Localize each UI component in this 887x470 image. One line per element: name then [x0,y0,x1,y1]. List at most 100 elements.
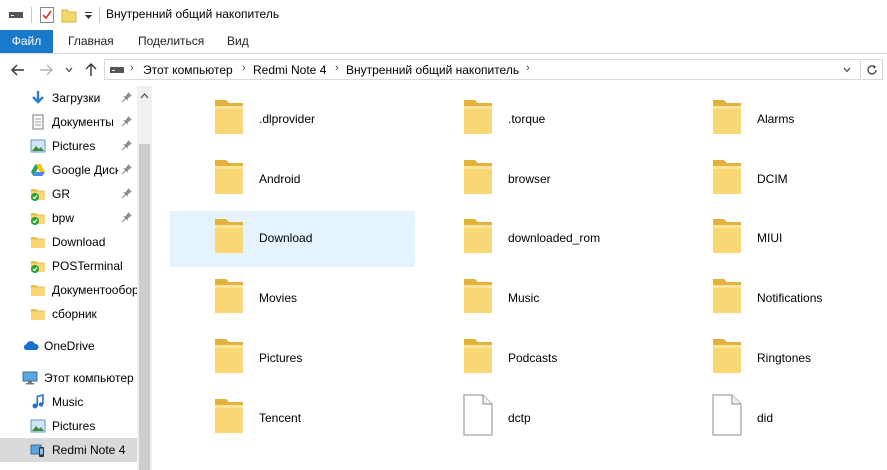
item-name: did [757,410,774,425]
item-name: Tencent [259,410,302,425]
breadcrumb-internal-storage[interactable]: Внутренний общий накопитель [346,63,519,77]
sidebar-item[interactable]: POSTerminal [0,254,137,278]
sidebar-item[interactable]: Документооборот [0,278,137,302]
folder-item[interactable]: Movies [170,271,415,327]
folder-icon [30,282,46,298]
sidebar-item-label: Pictures [52,139,96,153]
divider [31,7,32,23]
tab-view[interactable]: Вид [227,30,249,53]
folder-item[interactable]: Music [419,271,664,327]
sidebar-item[interactable]: OneDrive [0,334,137,358]
sidebar-item[interactable]: Google Диск [0,158,137,182]
music-icon [30,393,46,410]
item-name: .dlprovider [259,112,316,126]
item-name: Music [508,291,540,306]
pin-icon[interactable] [121,211,133,223]
recent-locations-button[interactable] [62,61,76,79]
sidebar-item[interactable]: bpw [0,206,137,230]
folder-item[interactable]: Download [170,211,415,268]
up-arrow-icon [85,63,97,76]
sidebar-item-label: Этот компьютер [44,371,134,385]
item-name: Ringtones [757,350,812,365]
folder-icon [461,213,495,257]
new-folder-icon[interactable] [60,6,78,24]
sidebar-item-label: POSTerminal [52,259,123,273]
folder-item[interactable]: Notifications [668,271,887,327]
sidebar-item-label: Redmi Note 4 [52,443,126,457]
divider [99,7,100,23]
sidebar-item[interactable]: Этот компьютер [0,366,137,390]
up-button[interactable] [82,61,100,79]
folder-item[interactable]: Ringtones [668,331,887,387]
tab-file[interactable]: Файл [0,30,53,53]
folder-icon [212,154,246,198]
folder-icon [30,234,46,250]
pictures-icon [30,418,46,434]
drive-icon [110,67,124,73]
sidebar-item-label: Pictures [52,419,96,433]
sidebar-item-label: OneDrive [44,339,95,353]
address-bar[interactable]: › Этот компьютер › Redmi Note 4 › Внутре… [104,59,861,80]
folder-item[interactable]: MIUI [668,211,887,267]
sidebar-item-label: Загрузки [52,91,101,105]
refresh-button[interactable] [862,59,883,80]
sidebar-item-label: GR [52,187,70,201]
folder-item[interactable]: Android [170,152,415,208]
drive-icon[interactable] [8,6,24,24]
folder-item[interactable]: .dlprovider [170,92,415,148]
tab-share[interactable]: Поделиться [138,30,204,53]
pin-icon[interactable] [121,163,133,175]
file-item[interactable]: did [668,391,887,447]
breadcrumb-this-pc[interactable]: Этот компьютер [143,63,233,77]
sidebar-item[interactable]: Pictures [0,134,137,158]
sidebar-item[interactable]: Pictures [0,414,137,438]
sidebar-item-label: bpw [52,211,75,225]
google-drive-icon [30,162,46,178]
breadcrumb-separator[interactable]: › [526,62,530,74]
address-history-chevron-icon[interactable] [843,67,851,73]
folder-item[interactable]: DCIM [668,152,887,208]
folder-item[interactable]: Podcasts [419,331,664,387]
file-item[interactable]: dctp [419,391,664,447]
breadcrumb-separator: › [130,62,134,74]
sidebar-item[interactable]: Music [0,390,137,414]
folder-icon [710,213,744,257]
pin-icon[interactable] [121,91,133,103]
folder-icon [710,154,744,198]
pin-icon[interactable] [121,115,133,127]
folder-item[interactable]: .torque [419,92,664,148]
item-name: Android [259,171,301,186]
sidebar-item[interactable]: Redmi Note 4 [0,438,137,462]
folder-icon [710,333,744,377]
folder-icon [212,393,246,437]
navigation-pane: Загрузки Документы Pictures Google Диск GR bp… [0,86,152,470]
back-button[interactable] [9,61,27,79]
forward-button[interactable] [37,61,55,79]
sidebar-item[interactable]: Download [0,230,137,254]
scroll-up-button[interactable] [137,86,152,106]
customize-toolbar-icon[interactable] [82,6,94,24]
sidebar-item[interactable]: Загрузки [0,86,137,110]
folder-icon [461,94,495,138]
folder-item[interactable]: downloaded_rom [419,211,664,267]
folder-icon [212,94,246,138]
synced-folder-icon [30,258,46,274]
folder-item[interactable]: Tencent [170,391,415,447]
scrollbar-thumb[interactable] [139,144,150,470]
folder-item[interactable]: Alarms [668,92,887,148]
phone-icon [30,442,46,458]
item-name: Download [259,231,313,246]
tab-home[interactable]: Главная [68,30,114,53]
sidebar-item[interactable]: GR [0,182,137,206]
folder-item[interactable]: Pictures [170,331,415,387]
window-title: Внутренний общий накопитель [106,7,280,21]
folder-item[interactable]: browser [419,152,664,208]
properties-icon[interactable] [38,6,56,24]
pin-icon[interactable] [121,187,133,199]
sidebar-item[interactable]: Документы [0,110,137,134]
pin-icon[interactable] [121,139,133,151]
sidebar-item[interactable]: сборник [0,302,137,326]
breadcrumb-separator[interactable]: › [242,62,246,74]
breadcrumb-redmi-note-4[interactable]: Redmi Note 4 [253,63,326,77]
breadcrumb-separator[interactable]: › [335,62,339,74]
